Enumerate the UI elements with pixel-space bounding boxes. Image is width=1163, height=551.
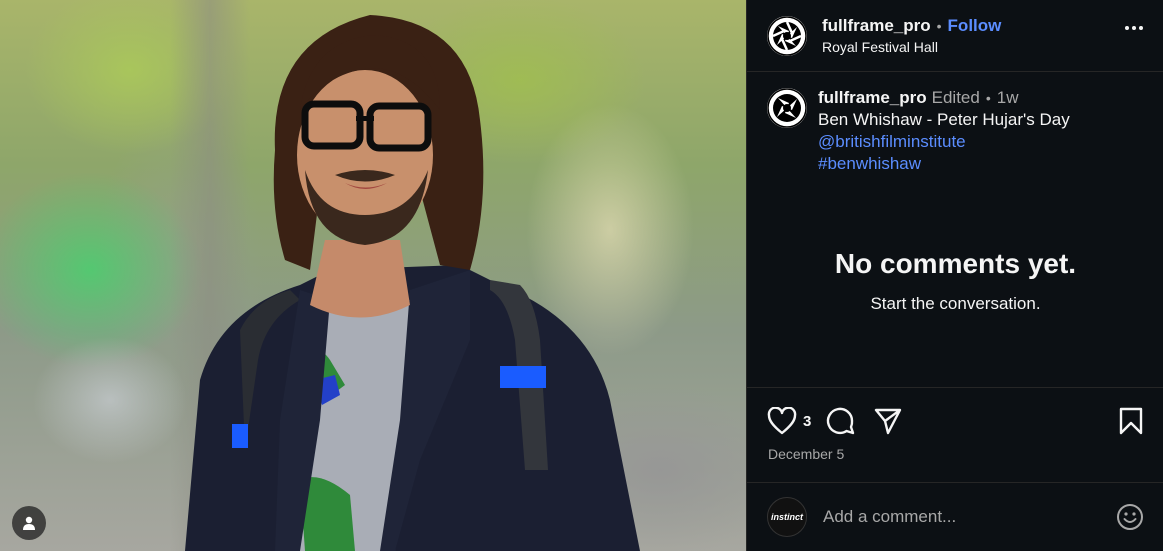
person-figure [185,15,640,551]
follow-button[interactable]: Follow [948,16,1002,36]
header-username[interactable]: fullframe_pro [822,16,931,36]
profile-avatar[interactable] [767,15,807,56]
separator-dot: • [985,90,991,106]
aperture-logo-icon [767,88,807,128]
comment-input[interactable] [823,507,1116,527]
location-link[interactable]: Royal Festival Hall [822,39,1001,55]
caption-username[interactable]: fullframe_pro [818,87,927,109]
share-button[interactable] [873,406,903,436]
comment-icon [827,407,855,435]
send-icon [875,408,902,435]
edited-label: Edited [931,88,980,107]
empty-comments-subtitle: Start the conversation. [870,294,1041,313]
hashtag-link[interactable]: #benwhishaw [818,153,1070,175]
heart-icon [767,407,797,435]
comment-composer: instinct [747,482,1163,551]
user-icon [23,516,35,530]
time-ago: 1w [996,88,1019,107]
empty-comments: No comments yet. Start the conversation. [747,248,1163,314]
post-actions: 3 December 5 [747,387,1163,480]
more-options-icon[interactable] [1125,26,1143,30]
caption-text: Ben Whishaw - Peter Hujar's Day [818,110,1070,129]
aperture-logo-icon [767,15,807,56]
emoji-icon[interactable] [1116,503,1144,531]
mention-link[interactable]: @britishfilminstitute [818,131,1070,153]
comment-button[interactable] [825,406,855,436]
like-count[interactable]: 3 [803,413,811,430]
post-header: fullframe_pro • Follow Royal Festival Ha… [747,0,1163,72]
bookmark-icon [1119,407,1143,435]
post-details-panel: fullframe_pro • Follow Royal Festival Ha… [746,0,1163,551]
save-button[interactable] [1118,407,1144,435]
caption: fullframe_pro Edited • 1w Ben Whishaw - … [747,72,1163,175]
separator-dot: • [936,18,942,34]
post-date[interactable]: December 5 [747,436,1163,462]
current-user-avatar[interactable]: instinct [767,497,807,537]
tagged-users-button[interactable] [12,506,46,540]
like-button[interactable] [767,407,797,435]
empty-comments-title: No comments yet. [834,248,1077,279]
caption-avatar[interactable] [767,88,807,128]
post-photo[interactable] [0,0,746,551]
